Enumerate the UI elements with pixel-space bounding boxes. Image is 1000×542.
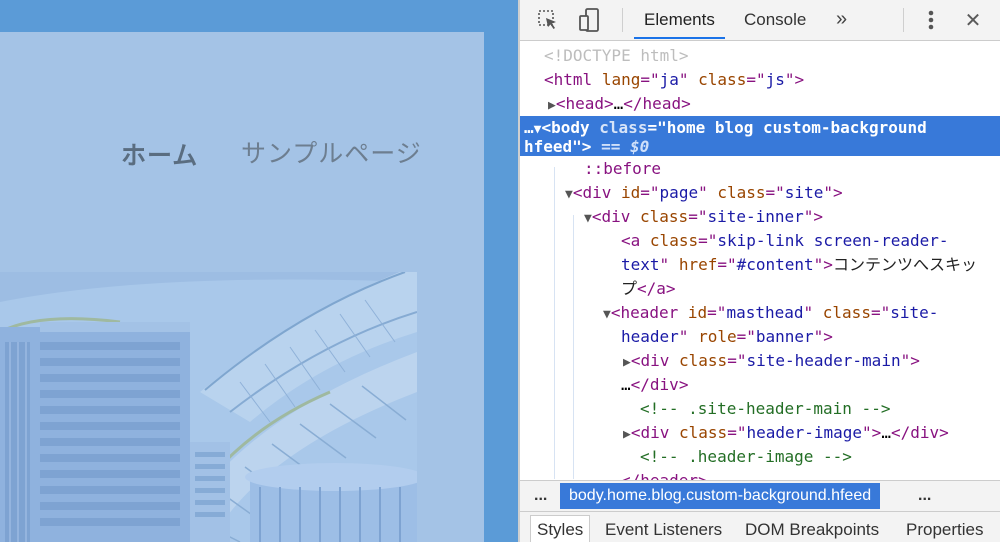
- sidebar-tabs: Styles Event Listeners DOM Breakpoints P…: [520, 512, 1000, 542]
- toolbar-separator: [622, 8, 623, 32]
- devtools-panel: Elements Console » ✕ <!DOCTYPE html> <ht…: [520, 0, 1000, 542]
- breadcrumb-item-body[interactable]: body.home.blog.custom-background.hfeed: [560, 483, 881, 509]
- dom-node-header[interactable]: ▼<header id="masthead" class="site-: [603, 301, 1000, 325]
- tab-styles[interactable]: Styles: [530, 515, 591, 542]
- indent-guide: [554, 167, 555, 479]
- nav-link-home[interactable]: ホーム: [121, 136, 198, 172]
- dom-node-skip-link-cont[interactable]: text" href="#content">コンテンツへスキッ: [621, 253, 1000, 277]
- dom-node-header-image[interactable]: ▶<div class="header-image">…</div>: [623, 421, 1000, 445]
- kebab-menu-icon[interactable]: [918, 7, 944, 33]
- dom-node-skip-link[interactable]: <a class="skip-link screen-reader-: [621, 229, 1000, 253]
- tab-properties[interactable]: Properties: [906, 520, 983, 540]
- dom-node-site-header-main-end[interactable]: …</div>: [621, 373, 1000, 397]
- breadcrumb-overflow-left[interactable]: ...: [534, 487, 547, 505]
- devtools-toolbar: Elements Console » ✕: [520, 0, 1000, 41]
- dom-node-body-line2: hfeed"> == $0: [524, 137, 650, 156]
- expand-arrow-icon[interactable]: ▶: [548, 98, 556, 113]
- expand-arrow-icon[interactable]: ▶: [623, 427, 631, 442]
- dom-node-before[interactable]: ::before: [584, 157, 1000, 181]
- page-preview: ホーム サンプルページ: [0, 0, 518, 542]
- header-image: [0, 272, 417, 542]
- collapse-arrow-icon[interactable]: ▼: [584, 211, 592, 226]
- expand-arrow-icon[interactable]: ▶: [623, 355, 631, 370]
- collapse-arrow-icon[interactable]: ▼: [565, 187, 573, 202]
- toolbar-separator-2: [903, 8, 904, 32]
- tab-elements[interactable]: Elements: [634, 0, 725, 39]
- breadcrumb: ... body.home.blog.custom-background.hfe…: [520, 480, 1000, 512]
- device-toggle-icon[interactable]: [576, 7, 602, 33]
- tab-console[interactable]: Console: [744, 0, 806, 39]
- dom-tree: <!DOCTYPE html> <html lang="ja" class="j…: [520, 41, 1000, 490]
- dom-node-site-header-main[interactable]: ▶<div class="site-header-main">: [623, 349, 1000, 373]
- dom-node-head[interactable]: ▶<head>…</head>: [548, 92, 1000, 116]
- indent-guide: [573, 215, 574, 479]
- tab-event-listeners[interactable]: Event Listeners: [605, 520, 722, 540]
- more-tabs-button[interactable]: »: [836, 0, 847, 40]
- dom-node-body-selected[interactable]: …▼<body class="home blog custom-backgrou…: [520, 116, 1000, 156]
- close-icon[interactable]: ✕: [960, 7, 986, 33]
- tab-dom-breakpoints[interactable]: DOM Breakpoints: [745, 520, 879, 540]
- cursor-select-icon[interactable]: [535, 7, 561, 33]
- dom-comment-header-image[interactable]: <!-- .header-image -->: [640, 445, 1000, 469]
- collapse-arrow-icon[interactable]: ▼: [603, 307, 611, 322]
- site-navigation: ホーム サンプルページ: [0, 132, 484, 172]
- dom-comment-site-header-main[interactable]: <!-- .site-header-main -->: [640, 397, 1000, 421]
- dom-node-div-site-inner[interactable]: ▼<div class="site-inner">: [584, 205, 1000, 229]
- dom-node-div-page[interactable]: ▼<div id="page" class="site">: [565, 181, 1000, 205]
- dom-node-doctype[interactable]: <!DOCTYPE html>: [544, 44, 1000, 68]
- nav-link-sample-page[interactable]: サンプルページ: [241, 134, 422, 170]
- dom-node-header-cont[interactable]: header" role="banner">: [621, 325, 1000, 349]
- breadcrumb-overflow-right[interactable]: ...: [918, 487, 931, 505]
- dom-node-html[interactable]: <html lang="ja" class="js">: [544, 68, 1000, 92]
- dom-node-skip-link-end[interactable]: プ</a>: [621, 277, 1000, 301]
